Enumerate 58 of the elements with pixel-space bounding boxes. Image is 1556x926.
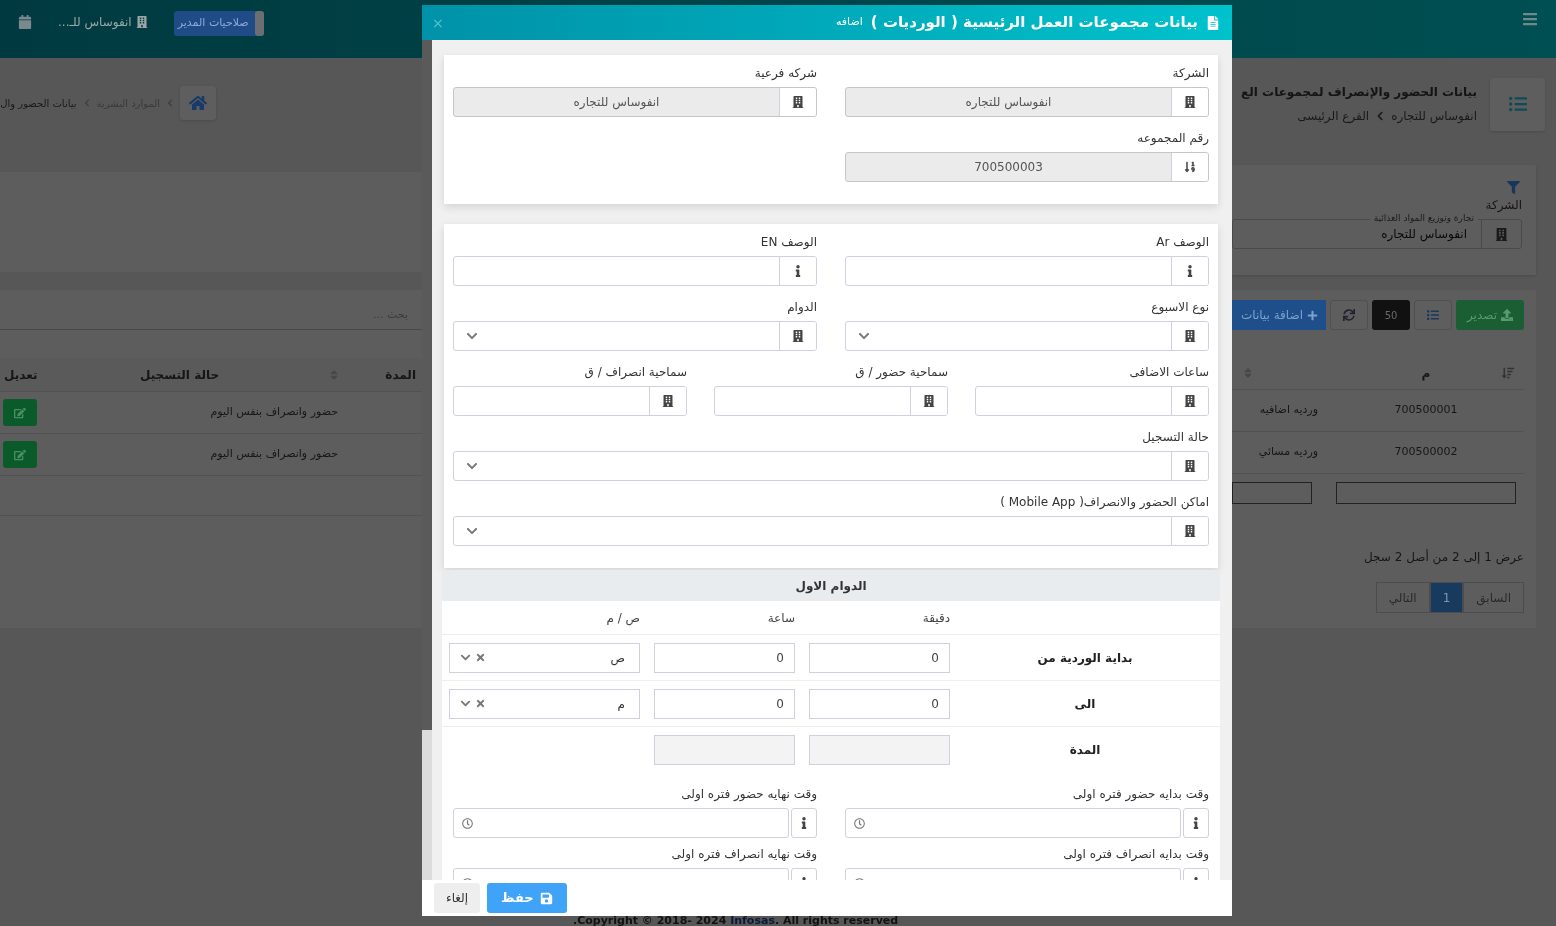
table-cell-text: ورديه اضافيه [1258, 402, 1319, 419]
field-label: ساعات الاضافى [1128, 364, 1209, 380]
column-header: م [1421, 364, 1431, 382]
field-label: سماحية انصراف / ق [583, 364, 687, 380]
field-label: سماحية حضور / ق [854, 364, 948, 380]
field-label: الشركة [1171, 65, 1209, 81]
field-label: وقت نهايه انصراف فتره اولى [670, 846, 817, 862]
column-header: ساعة [766, 609, 795, 627]
field-label: نوع الاسبوع [1150, 299, 1209, 315]
field-label: الوصف Ar [1155, 234, 1209, 250]
field-label: وقت بدايه حضور فتره اولى [1071, 786, 1209, 802]
field-label: الوصف EN [759, 234, 817, 250]
period-select[interactable]: ص [449, 642, 640, 673]
field-label: شركه فرعية [753, 65, 817, 81]
mode-label: اضافه [835, 14, 863, 31]
column-header: حالة التسجيل [140, 366, 220, 384]
company-name[interactable]: انفوساس للـ... [58, 13, 148, 31]
section-header: الدوام الاول [442, 570, 1220, 601]
copyright-text: .Copyright © 2018- 2024 Infosas. All rights reserved [572, 916, 900, 926]
field-label: رقم المجموعه [1136, 130, 1209, 146]
column-header: المدة [384, 366, 417, 384]
add-button[interactable]: اضافة بيانات [1232, 300, 1326, 330]
field-label: وقت نهايه حضور فتره اولى [680, 786, 817, 802]
table-cell-text: ورديه مسائي [1257, 444, 1319, 461]
field-label: اماكن الحضور والانصراف( Mobile App ) [999, 494, 1209, 510]
save-button[interactable]: حفظ [487, 883, 567, 913]
table-cell-text: حضور وانصراف بنفس اليوم [209, 404, 339, 421]
page-size-button[interactable]: 50 [1372, 300, 1410, 330]
export-button[interactable]: تصدير [1456, 300, 1524, 330]
pagination-button[interactable]: 1 [1429, 582, 1464, 613]
column-header: ص / م [605, 609, 640, 627]
hour-field[interactable]: 0 [654, 642, 795, 673]
records-summary: عرض 1 إلى 2 من أصل 2 سجل [1363, 548, 1524, 566]
role-button[interactable]: صلاحيات المدير [173, 11, 264, 36]
path-item: الفرع الرئيسى [1297, 108, 1370, 125]
column-header: تعديل [3, 366, 39, 384]
minute-field[interactable]: 0 [809, 688, 950, 719]
row-label: بداية الوردية من [1036, 649, 1134, 667]
table-cell-text: 700500001 [1393, 402, 1459, 419]
filter-label: الشركة [1484, 197, 1522, 214]
row-label: المدة [1068, 741, 1102, 759]
hour-field[interactable]: 0 [654, 688, 795, 719]
field-label: وقت بدايه انصراف فتره اولى [1062, 846, 1209, 862]
company-link[interactable]: Infosas [730, 914, 775, 926]
field-label: الدوام [786, 299, 817, 315]
cancel-button[interactable]: إلغاء [434, 883, 481, 913]
period-select[interactable]: م [449, 688, 640, 719]
column-header: دقيقة [921, 609, 950, 627]
table-cell-text: 700500002 [1393, 444, 1459, 461]
minute-field[interactable]: 0 [809, 642, 950, 673]
floating-label: تجارة وتوزيع المواد الغذائية [1369, 213, 1478, 224]
field-label: حالة التسجيل [1141, 429, 1209, 445]
table-cell-text: حضور وانصراف بنفس اليوم [209, 446, 339, 463]
row-label: الى [1073, 695, 1097, 713]
page-title: بيانات الحضور والإنصراف لمجموعات الع [1241, 84, 1477, 101]
modal-title: بيانات مجموعات العمل الرئيسية ( الورديات ) [870, 12, 1198, 34]
breadcrumb-link[interactable]: بيانات الحضور وال [0, 95, 77, 111]
path-item: انفوساس للتجاره [1391, 108, 1477, 125]
